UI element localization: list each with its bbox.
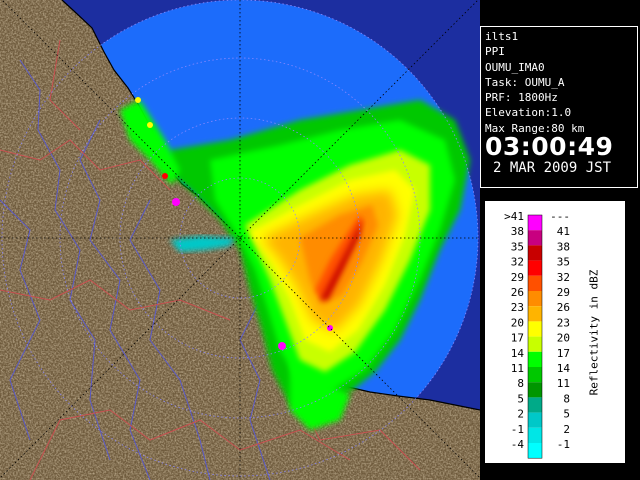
legend-high-label: 35	[557, 256, 570, 269]
task-name: Task: OUMU_A	[485, 75, 565, 89]
legend-low-label: -1	[511, 423, 524, 436]
legend-swatch	[528, 397, 542, 413]
legend-swatch	[528, 427, 542, 443]
legend-swatch	[528, 321, 542, 337]
prf-value: PRF: 1800Hz	[485, 91, 558, 105]
legend-high-label: 17	[557, 347, 570, 360]
product-type: PPI	[485, 45, 505, 59]
legend-low-label: 8	[517, 377, 524, 390]
legend-high-label: 29	[557, 286, 570, 299]
legend-swatch	[528, 412, 542, 428]
legend-low-label: 32	[511, 256, 524, 269]
legend-high-label: 5	[563, 408, 570, 421]
legend-low-label: 23	[511, 301, 524, 314]
dataset-name: OUMU_IMA0	[485, 60, 545, 74]
legend-low-label: >41	[504, 210, 524, 223]
legend-swatch	[528, 306, 542, 322]
legend-swatch	[528, 260, 542, 276]
legend-high-label: 20	[557, 332, 570, 345]
reflectivity-legend: >41 --- 38 41 35 38 32 35 29 32 26 29 23 26 20 23 17 20 14…	[485, 201, 625, 463]
legend-high-label: 32	[557, 271, 570, 284]
legend-low-label: -4	[511, 438, 525, 451]
legend-swatch	[528, 351, 542, 367]
legend-swatch	[528, 291, 542, 307]
legend-title: Reflectivity in dBZ	[587, 269, 601, 395]
legend-low-label: 29	[511, 271, 524, 284]
legend-low-label: 35	[511, 240, 524, 253]
legend-high-label: 8	[563, 392, 570, 405]
scan-time: 03:00:49	[485, 132, 614, 162]
legend-high-label: 26	[557, 301, 570, 314]
legend-low-label: 14	[511, 347, 525, 360]
legend-swatch	[528, 245, 542, 261]
radar-info-panel: ilts1 PPI OUMU_IMA0 Task: OUMU_A PRF: 18…	[480, 26, 638, 188]
legend-high-label: 14	[557, 362, 571, 375]
legend-low-label: 2	[517, 408, 524, 421]
legend-high-label: -1	[557, 438, 570, 451]
elevation-value: Elevation:1.0	[485, 106, 572, 120]
legend-swatch	[528, 336, 542, 352]
legend-high-label: ---	[550, 210, 570, 223]
legend-high-label: 2	[563, 423, 570, 436]
legend-swatch	[528, 215, 542, 231]
legend-low-label: 38	[511, 225, 524, 238]
legend-swatch	[528, 275, 542, 291]
legend-high-label: 23	[557, 316, 570, 329]
legend-low-label: 11	[511, 362, 524, 375]
legend-scale: >41 --- 38 41 35 38 32 35 29 32 26 29 23 26 20 23 17 20 14…	[504, 210, 571, 459]
legend-high-label: 41	[557, 225, 570, 238]
legend-swatch	[528, 230, 542, 246]
legend-low-label: 5	[517, 392, 524, 405]
legend-low-label: 17	[511, 332, 524, 345]
legend-low-label: 26	[511, 286, 524, 299]
legend-swatch	[528, 367, 542, 383]
scan-date: 2 MAR 2009 JST	[493, 160, 612, 177]
legend-swatch	[528, 382, 542, 398]
legend-high-label: 38	[557, 240, 570, 253]
site-name: ilts1	[485, 30, 519, 43]
legend-high-label: 11	[557, 377, 570, 390]
legend-swatch	[528, 443, 542, 459]
legend-low-label: 20	[511, 316, 524, 329]
